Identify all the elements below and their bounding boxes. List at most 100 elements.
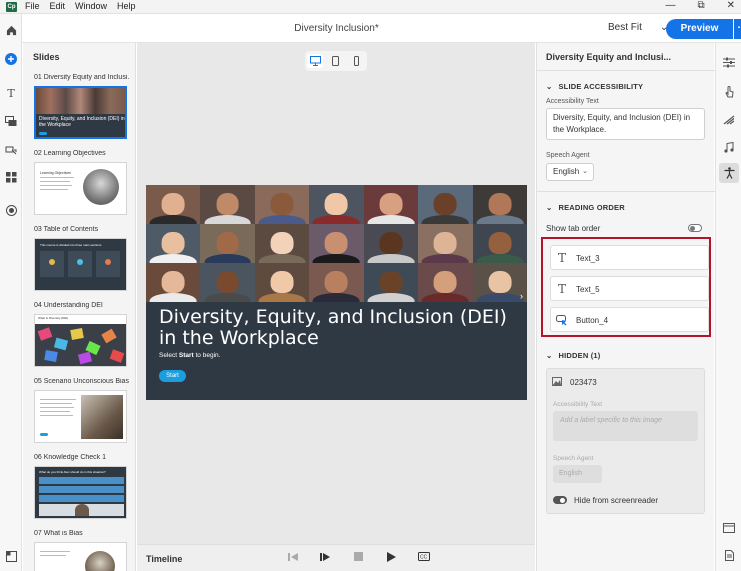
menu-bar: File Edit Window Help (25, 1, 136, 11)
speech-agent-label: Speech Agent (546, 152, 590, 159)
accessibility-text-field[interactable]: Diversity, Equity, and Inclusion (DEI) i… (546, 108, 705, 140)
portrait-head (433, 192, 457, 216)
portrait-body (421, 254, 469, 263)
panel-layout-icon[interactable] (722, 521, 736, 535)
slide-thumbnail[interactable]: This course is divided into three main s… (34, 238, 127, 291)
widgets-icon[interactable] (5, 171, 17, 183)
play-step-icon[interactable] (320, 552, 331, 565)
next-arrow-icon[interactable]: › (520, 291, 523, 301)
slide-item-03[interactable]: 03 Table of Contents This course is divi… (34, 226, 129, 291)
menu-edit[interactable]: Edit (50, 1, 66, 11)
timeline-label[interactable]: Timeline (146, 554, 182, 564)
portrait-photo (418, 185, 473, 224)
document-icon[interactable] (722, 548, 736, 562)
slide-label: 03 Table of Contents (34, 226, 99, 233)
audio-icon[interactable] (722, 140, 736, 154)
closed-captions-icon[interactable]: CC (418, 552, 430, 564)
sliders-icon[interactable] (722, 55, 736, 69)
hidden-header[interactable]: ⌄ HIDDEN (1) (546, 351, 601, 360)
reading-order-header[interactable]: ⌄ READING ORDER (546, 203, 625, 212)
slide-thumbnail[interactable] (34, 390, 127, 443)
play-icon[interactable] (387, 552, 396, 565)
filmstrip-icon[interactable] (5, 550, 17, 562)
slide-thumbnail[interactable]: What do you think Alex should do in this… (34, 466, 127, 519)
animation-icon[interactable] (722, 113, 736, 127)
slides-panel: Slides 01 Diversity Equity and Inclusi..… (23, 43, 136, 571)
preview-button[interactable]: Preview (666, 19, 733, 39)
slide-item-02[interactable]: 02 Learning Objectives Learning Objectiv… (34, 150, 129, 215)
rewind-icon[interactable] (288, 552, 299, 565)
interactions-icon[interactable] (5, 144, 17, 156)
media-icon[interactable] (5, 115, 17, 127)
thumb-title: What do you think Alex should do in this… (39, 470, 106, 474)
text-icon[interactable]: T (5, 87, 17, 100)
slide-title[interactable]: Diversity, Equity, and Inclusion (DEI) i… (159, 307, 519, 349)
restore-button[interactable]: ⧉ (697, 0, 704, 11)
portrait-photo (418, 224, 473, 263)
portrait-photo (472, 185, 527, 224)
thumb-title: This course is divided into three main s… (40, 243, 102, 247)
reading-order-list: T Text_3 T Text_5 Button_4 (541, 237, 711, 337)
portrait-head (488, 231, 512, 255)
toolbar: Diversity Inclusion* Best Fit ⌄ Preview … (22, 14, 741, 43)
mobile-view-icon[interactable] (349, 54, 365, 68)
thumb-title: Diversity, Equity, and Inclusion (DEI) i… (39, 116, 125, 128)
reading-order-item[interactable]: T Text_5 (550, 276, 709, 301)
show-tab-order-toggle[interactable] (688, 224, 702, 232)
stop-icon[interactable] (354, 552, 363, 564)
zoom-fit-select[interactable]: Best Fit ⌄ (608, 22, 668, 33)
slide-thumbnail[interactable]: Learning Objectives (34, 162, 127, 215)
slide-item-01[interactable]: 01 Diversity Equity and Inclusi... Diver… (34, 74, 129, 139)
portrait-body (313, 293, 360, 302)
show-tab-order-label: Show tab order (546, 224, 601, 233)
portrait-body (149, 254, 197, 263)
title-bar: Cp File Edit Window Help — ⧉ ✕ (0, 0, 741, 14)
portrait-body (149, 215, 197, 224)
menu-help[interactable]: Help (117, 1, 136, 11)
reading-order-item[interactable]: T Text_3 (550, 245, 709, 270)
home-icon[interactable] (5, 24, 17, 36)
svg-text:CC: CC (420, 555, 428, 561)
properties-title: Diversity Equity and Inclusi... (546, 52, 672, 62)
slide-thumbnail[interactable]: Diversity, Equity, and Inclusion (DEI) i… (34, 86, 127, 139)
speech-agent-select[interactable]: English ⌄ (546, 163, 594, 181)
slide-label: 05 Scenario Unconscious Bias (34, 378, 129, 385)
menu-window[interactable]: Window (75, 1, 107, 11)
menu-file[interactable]: File (25, 1, 40, 11)
portrait-head (216, 231, 240, 255)
touch-icon[interactable] (722, 85, 736, 99)
slide-subtitle[interactable]: Select Start to begin. (159, 352, 220, 359)
slide-item-06[interactable]: 06 Knowledge Check 1 What do you think A… (34, 454, 129, 519)
record-icon[interactable] (5, 204, 17, 216)
portrait-head (488, 192, 512, 216)
close-button[interactable]: ✕ (727, 0, 735, 11)
slide-subtitle-pre: Select (159, 352, 179, 359)
portrait-body (204, 215, 252, 224)
portrait-photo (472, 263, 527, 302)
portrait-head (379, 192, 403, 216)
slide-thumbnail[interactable]: What is Diversity (DEI) (34, 314, 127, 367)
minimize-button[interactable]: — (665, 0, 675, 11)
start-button[interactable]: Start (159, 370, 186, 382)
tablet-view-icon[interactable] (328, 54, 344, 68)
hidden-speech-agent-value: English (559, 470, 582, 477)
slide-item-05[interactable]: 05 Scenario Unconscious Bias (34, 378, 129, 443)
preview-more-button[interactable]: ··· (734, 19, 741, 39)
reading-order-item[interactable]: Button_4 (550, 307, 709, 332)
slide-item-07[interactable]: 07 What is Bias (34, 530, 129, 571)
portrait-head (161, 231, 185, 255)
add-icon[interactable] (5, 53, 17, 65)
portrait-photo (309, 263, 364, 302)
image-icon (552, 377, 562, 389)
slide-item-04[interactable]: 04 Understanding DEI What is Diversity (… (34, 302, 129, 367)
hide-from-screenreader-toggle[interactable] (553, 496, 567, 504)
desktop-view-icon[interactable] (307, 54, 324, 68)
slide-accessibility-header[interactable]: ⌄ SLIDE ACCESSIBILITY (546, 82, 643, 91)
portrait-photo (254, 263, 310, 302)
slide-thumbnail[interactable] (34, 542, 127, 571)
portrait-photo (472, 224, 527, 263)
portrait-body (204, 254, 252, 263)
slide-canvas[interactable]: Diversity, Equity, and Inclusion (DEI) i… (146, 185, 527, 400)
accessibility-icon[interactable] (719, 163, 739, 183)
right-icon-rail (715, 43, 741, 571)
